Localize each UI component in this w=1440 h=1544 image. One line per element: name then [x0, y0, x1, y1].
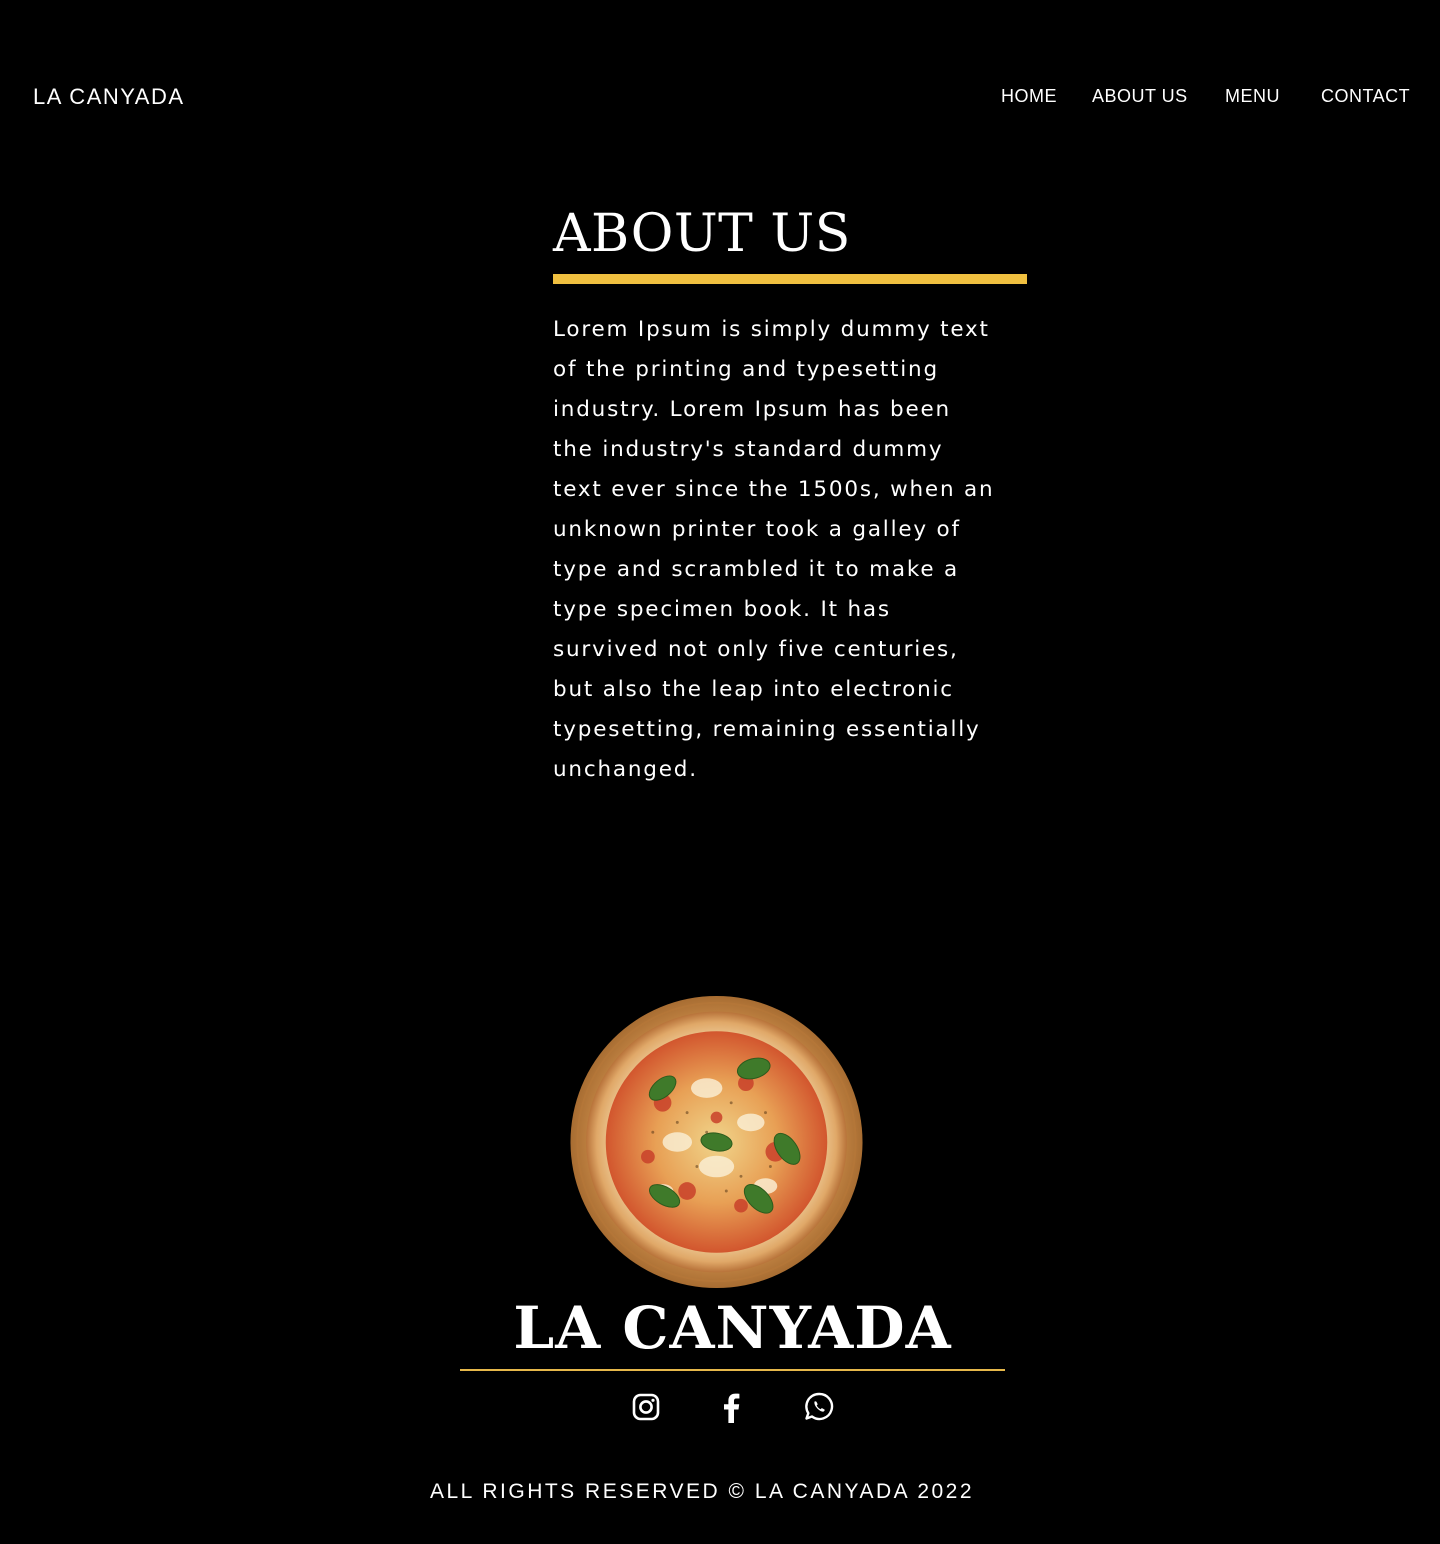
paragraph-line: the industry's standard dummy — [553, 437, 944, 462]
paragraph-line: Lorem Ipsum is simply dummy text — [553, 317, 990, 342]
nav-link-contact[interactable]: CONTACT — [1321, 86, 1410, 107]
paragraph-line: unknown printer took a galley of — [553, 517, 961, 542]
about-title: ABOUT US — [553, 204, 851, 264]
whatsapp-icon — [805, 1392, 834, 1421]
paragraph-line: text ever since the 1500s, when an — [553, 477, 995, 502]
pizza-image — [570, 995, 863, 1289]
whatsapp-link[interactable] — [803, 1390, 835, 1424]
footer-divider — [460, 1369, 1005, 1371]
about-title-underline — [553, 274, 1027, 284]
brand-logo-link[interactable]: LA CANYADA — [33, 84, 185, 110]
footer-brand: LA CANYADA — [513, 1294, 952, 1362]
paragraph-line: industry. Lorem Ipsum has been — [553, 397, 951, 422]
about-paragraph: Lorem Ipsum is simply dummy text of the … — [553, 310, 1027, 790]
about-section: ABOUT US Lorem Ipsum is simply dummy tex… — [553, 200, 1027, 790]
paragraph-line: typesetting, remaining essentially — [553, 717, 981, 742]
paragraph-line: survived not only five centuries, — [553, 637, 959, 662]
paragraph-line: but also the leap into electronic — [553, 677, 954, 702]
nav-link-home[interactable]: HOME — [1001, 86, 1057, 107]
instagram-icon — [632, 1393, 660, 1421]
facebook-link[interactable] — [716, 1390, 748, 1424]
paragraph-line: of the printing and typesetting — [553, 357, 939, 382]
paragraph-line: type specimen book. It has — [553, 597, 891, 622]
nav-link-menu[interactable]: MENU — [1225, 86, 1280, 107]
facebook-icon — [724, 1393, 740, 1423]
paragraph-line: type and scrambled it to make a — [553, 557, 959, 582]
paragraph-line: unchanged. — [553, 757, 698, 782]
copyright-text: ALL RIGHTS RESERVED © LA CANYADA 2022 — [429, 1480, 975, 1503]
instagram-link[interactable] — [630, 1390, 662, 1424]
nav-link-about-us[interactable]: ABOUT US — [1092, 86, 1188, 107]
